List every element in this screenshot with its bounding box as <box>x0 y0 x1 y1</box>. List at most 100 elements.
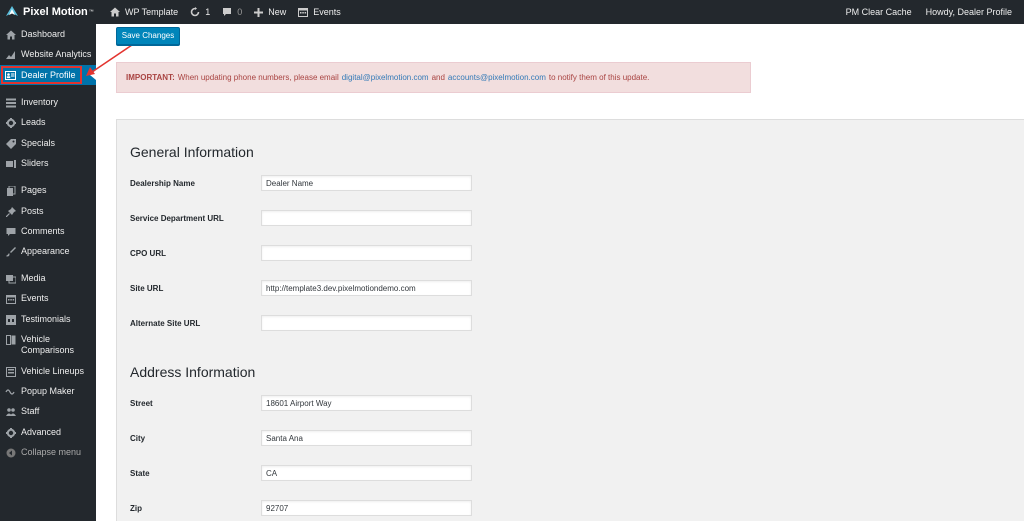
sidebar-item-media[interactable]: Media <box>0 273 96 284</box>
updates-link[interactable]: 1 <box>190 0 210 24</box>
brand-tm: ™ <box>88 9 94 15</box>
zip-input[interactable] <box>261 500 472 516</box>
sidebar-item-advanced[interactable]: Advanced <box>0 427 96 438</box>
sidebar-item-appearance[interactable]: Appearance <box>0 246 96 257</box>
sidebar-item-dashboard[interactable]: Dashboard <box>0 29 96 40</box>
sidebar-item-label: Advanced <box>21 427 62 437</box>
brand-name: Pixel Motion <box>23 6 88 18</box>
sidebar-item-label: Appearance <box>21 246 70 256</box>
sidebar-item-label: Posts <box>21 206 44 216</box>
email-link-accounts[interactable]: accounts@pixelmotion.com <box>448 73 546 82</box>
sidebar-item-specials[interactable]: Specials <box>0 138 96 149</box>
new-label: New <box>268 7 287 17</box>
refresh-icon <box>190 7 200 17</box>
sidebar-item-posts[interactable]: Posts <box>0 206 96 217</box>
events-link[interactable]: Events <box>298 0 341 24</box>
sidebar-item-label: Media <box>21 273 46 283</box>
pages-icon <box>5 185 16 196</box>
comments-link[interactable]: 0 <box>222 0 242 24</box>
sidebar-item-label: Pages <box>21 185 47 195</box>
sidebar-item-leads[interactable]: Leads <box>0 117 96 128</box>
sidebar-item-label: Testimonials <box>21 314 71 324</box>
sidebar-item-label: Sliders <box>21 158 49 168</box>
sidebar-item-label-wrap: Vehicle Comparisons <box>21 334 74 356</box>
service-department-url-input[interactable] <box>261 210 472 226</box>
sidebar-item-comments[interactable]: Comments <box>0 226 96 237</box>
sidebar-item-label: Specials <box>21 138 56 148</box>
service-department-url-label: Service Department URL <box>130 214 224 223</box>
plus-icon <box>254 7 264 17</box>
zip-label: Zip <box>130 504 142 513</box>
admin-bar: Pixel Motion ™ WP Template 1 0 New Events… <box>0 0 1024 24</box>
sidebar-item-label: Vehicle <box>21 334 51 344</box>
sidebar-item-testimonials[interactable]: Testimonials <box>0 314 96 325</box>
sidebar-item-vehicle-comparisons[interactable]: Vehicle Comparisons <box>0 334 96 356</box>
notice-text-1: When updating phone numbers, please emai… <box>177 73 339 82</box>
events-label: Events <box>313 7 341 17</box>
city-input[interactable] <box>261 430 472 446</box>
home-icon <box>110 7 120 17</box>
sidebar-item-label: Dashboard <box>21 29 66 39</box>
highlight-box <box>1 66 82 84</box>
state-label: State <box>130 469 150 478</box>
clear-cache-link[interactable]: PM Clear Cache <box>846 0 912 24</box>
cpo-url-input[interactable] <box>261 245 472 261</box>
sidebar-item-label: Collapse menu <box>21 447 82 457</box>
sidebar-item-label: Leads <box>21 117 46 127</box>
save-changes-button[interactable]: Save Changes <box>116 27 180 45</box>
sidebar-item-label: Popup Maker <box>21 386 75 396</box>
media-icon <box>5 273 16 284</box>
sidebar-item-staff[interactable]: Staff <box>0 406 96 417</box>
important-notice: IMPORTANT: When updating phone numbers, … <box>116 62 751 93</box>
comments-count: 0 <box>237 7 243 17</box>
notice-text-2: to notify them of this update. <box>548 73 650 82</box>
pixel-motion-logo-icon <box>6 6 18 16</box>
sidebar-item-sliders[interactable]: Sliders <box>0 158 96 169</box>
state-input[interactable] <box>261 465 472 481</box>
dashboard-icon <box>5 29 16 40</box>
alternate-site-url-label: Alternate Site URL <box>130 319 201 328</box>
dealership-name-label: Dealership Name <box>130 179 195 188</box>
calendar-icon <box>298 8 309 17</box>
site-url-input[interactable] <box>261 280 472 296</box>
dealership-name-input[interactable] <box>261 175 472 191</box>
site-url-label: Site URL <box>130 284 164 293</box>
admin-sidebar: Dashboard Website Analytics Dealer Profi… <box>0 24 96 521</box>
list-icon <box>5 97 16 108</box>
calendar-icon <box>5 293 16 304</box>
general-information-heading: General Information <box>130 144 254 160</box>
gear-icon <box>5 117 16 128</box>
user-account-link[interactable]: Howdy, Dealer Profile <box>926 0 1012 24</box>
sidebar-item-popup-maker[interactable]: Popup Maker <box>0 386 96 397</box>
gear-icon <box>5 427 16 438</box>
collapse-menu-button[interactable]: Collapse menu <box>0 447 96 458</box>
email-link-digital[interactable]: digital@pixelmotion.com <box>342 73 429 82</box>
sidebar-item-label: Vehicle Lineups <box>21 366 85 376</box>
compare-icon <box>5 334 16 345</box>
address-information-heading: Address Information <box>130 364 256 380</box>
sidebar-item-vehicle-lineups[interactable]: Vehicle Lineups <box>0 366 96 377</box>
form-panel <box>116 119 1024 521</box>
pin-icon <box>5 206 16 217</box>
popup-icon <box>5 386 16 397</box>
notice-strong: IMPORTANT: <box>126 73 175 82</box>
street-input[interactable] <box>261 395 472 411</box>
brush-icon <box>5 246 16 257</box>
alternate-site-url-input[interactable] <box>261 315 472 331</box>
sidebar-item-label-line2: Comparisons <box>21 345 75 355</box>
new-content-link[interactable]: New <box>254 0 286 24</box>
sidebar-item-label: Inventory <box>21 97 59 107</box>
site-name-link[interactable]: WP Template <box>110 0 178 24</box>
brand-logo[interactable]: Pixel Motion ™ <box>0 0 110 24</box>
lineup-icon <box>5 366 16 377</box>
collapse-icon <box>5 447 16 458</box>
city-label: City <box>130 434 146 443</box>
sidebar-item-events[interactable]: Events <box>0 293 96 304</box>
cpo-url-label: CPO URL <box>130 249 166 258</box>
notice-and: and <box>431 73 445 82</box>
street-label: Street <box>130 399 153 408</box>
comment-icon <box>223 8 232 16</box>
analytics-icon <box>5 49 16 60</box>
sidebar-item-inventory[interactable]: Inventory <box>0 97 96 108</box>
sidebar-item-pages[interactable]: Pages <box>0 185 96 196</box>
